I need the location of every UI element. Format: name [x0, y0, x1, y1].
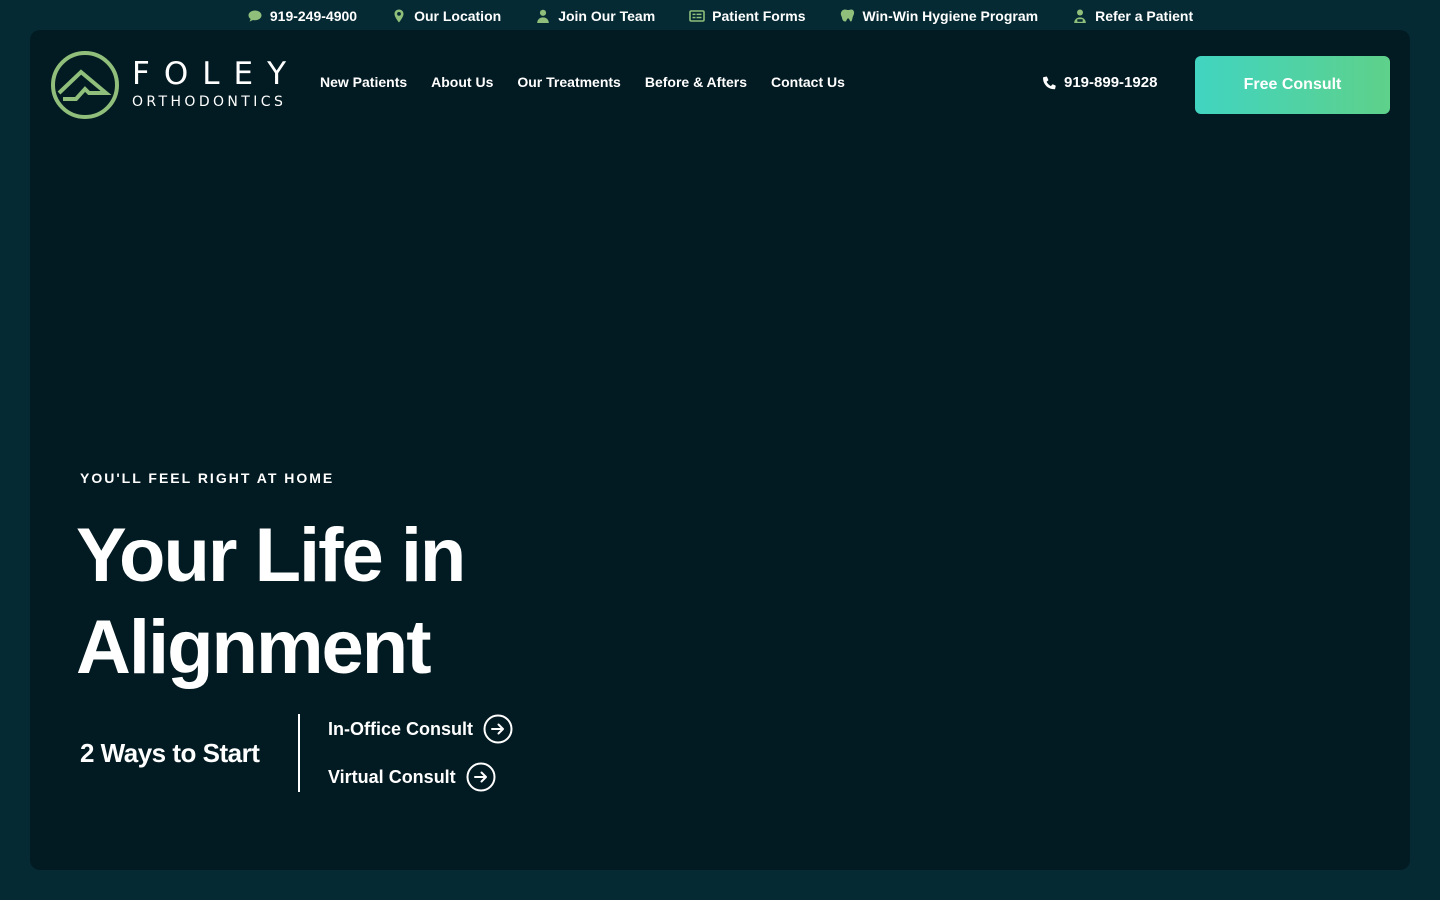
- hero-headline-line-1: Your Life in: [76, 513, 466, 598]
- in-office-consult-label: In-Office Consult: [328, 718, 473, 739]
- in-office-consult-link[interactable]: In-Office Consult: [328, 714, 513, 744]
- utility-forms-link[interactable]: Patient Forms: [689, 8, 806, 24]
- hero-card: FOLEY ORTHODONTICS New Patients About Us…: [30, 30, 1410, 870]
- phone-icon: [1043, 76, 1056, 90]
- logo-wordmark: FOLEY ORTHODONTICS: [132, 58, 300, 112]
- arrow-right-circle-icon: [483, 714, 513, 744]
- ways-to-start-label: 2 Ways to Start: [80, 738, 260, 768]
- virtual-consult-link[interactable]: Virtual Consult: [328, 762, 496, 792]
- nav-about-us[interactable]: About Us: [431, 74, 493, 90]
- header-phone-number: 919-899-1928: [1064, 74, 1158, 91]
- map-pin-icon: [391, 8, 407, 24]
- logo-mark-icon: [51, 51, 119, 119]
- utility-forms-label: Patient Forms: [712, 8, 806, 24]
- hero-eyebrow: YOU'LL FEEL RIGHT AT HOME: [80, 470, 335, 486]
- nav-new-patients[interactable]: New Patients: [320, 74, 407, 90]
- utility-phone-label: 919-249-4900: [269, 8, 358, 24]
- hero-headline-line-2: Alignment: [76, 605, 432, 690]
- utility-phone-link[interactable]: 919-249-4900: [247, 8, 357, 24]
- nav-contact-us[interactable]: Contact Us: [771, 74, 845, 90]
- utility-location-link[interactable]: Our Location: [391, 8, 501, 24]
- arrow-right-circle-icon: [466, 762, 496, 792]
- referral-person-icon: [1072, 8, 1088, 24]
- person-icon: [535, 8, 551, 24]
- utility-careers-label: Join Our Team: [558, 8, 656, 24]
- nav-our-treatments[interactable]: Our Treatments: [517, 74, 620, 90]
- logo-subtitle: ORTHODONTICS: [132, 94, 287, 110]
- virtual-consult-label: Virtual Consult: [328, 766, 456, 787]
- chat-bubble-icon: [247, 8, 263, 24]
- utility-bar: 919-249-4900 Our Location Join Our Team …: [0, 0, 1440, 32]
- main-nav: New Patients About Us Our Treatments Bef…: [320, 74, 845, 90]
- utility-careers-link[interactable]: Join Our Team: [535, 8, 655, 24]
- utility-hygiene-link[interactable]: Win-Win Hygiene Program: [840, 8, 1039, 24]
- nav-before-afters[interactable]: Before & Afters: [645, 74, 747, 90]
- logo-name: FOLEY: [132, 56, 301, 92]
- utility-referral-label: Refer a Patient: [1095, 8, 1194, 24]
- tooth-icon: [840, 8, 856, 24]
- utility-hygiene-label: Win-Win Hygiene Program: [862, 8, 1039, 24]
- ways-divider: [298, 714, 300, 792]
- utility-location-label: Our Location: [414, 8, 502, 24]
- form-icon: [689, 8, 705, 24]
- hero-headline: Your Life in Alignment: [76, 510, 676, 694]
- utility-referral-link[interactable]: Refer a Patient: [1072, 8, 1193, 24]
- site-logo[interactable]: FOLEY ORTHODONTICS: [50, 50, 300, 120]
- free-consult-button[interactable]: Free Consult: [1195, 56, 1390, 114]
- header-phone-link[interactable]: 919-899-1928: [1042, 74, 1157, 91]
